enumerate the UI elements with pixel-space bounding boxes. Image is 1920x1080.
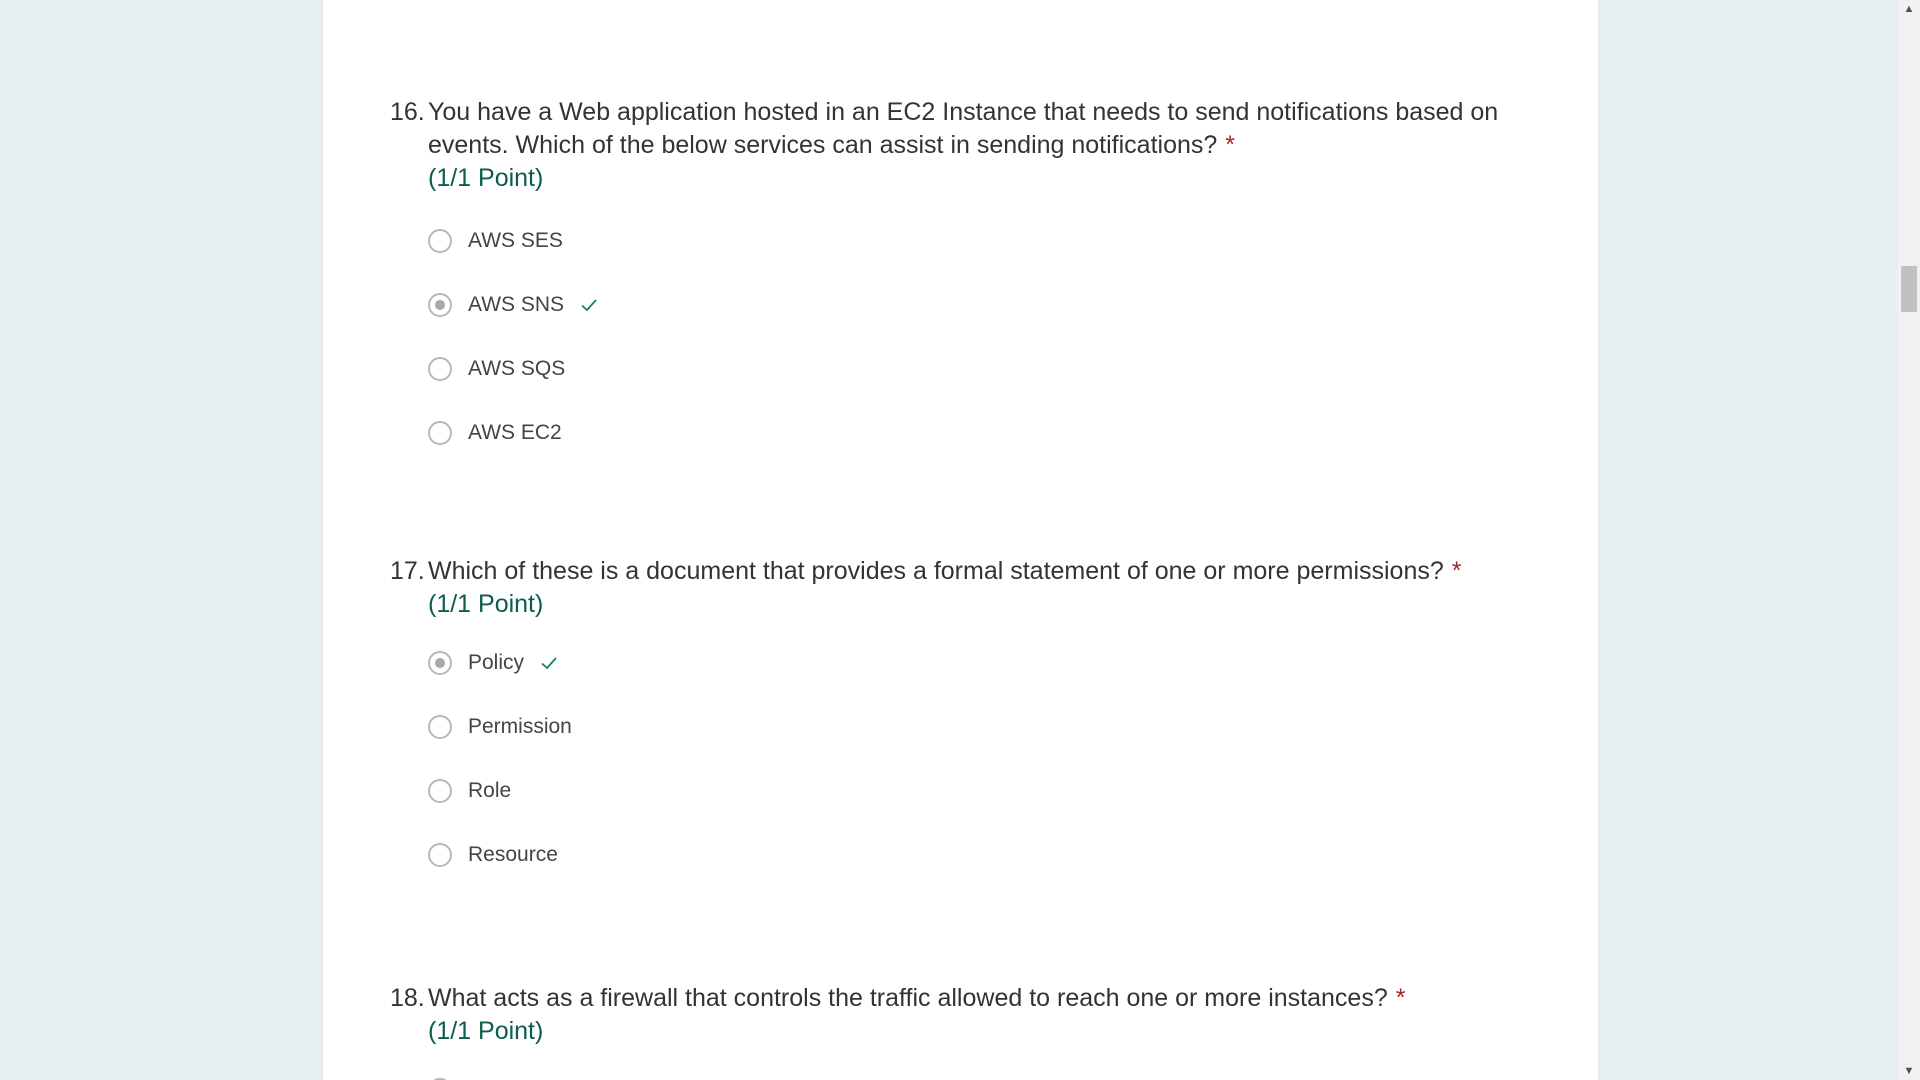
checkmark-icon [581, 299, 597, 312]
scroll-down-icon[interactable]: ▼ [1898, 1062, 1920, 1080]
radio-button-selected[interactable] [428, 651, 452, 675]
radio-button[interactable] [428, 843, 452, 867]
option-role[interactable]: Role [428, 771, 1530, 811]
scroll-up-icon[interactable]: ▲ [1898, 0, 1920, 18]
option-aws-sqs[interactable]: AWS SQS [428, 349, 1530, 389]
question-18: 18. What acts as a firewall that control… [390, 982, 1530, 1080]
options-list: Policy Permission Role Resource [428, 643, 1530, 875]
option-label: Role [468, 779, 512, 802]
radio-button[interactable] [428, 715, 452, 739]
radio-button[interactable] [428, 229, 452, 253]
radio-button[interactable] [428, 357, 452, 381]
option-label: AWS EC2 [468, 421, 562, 444]
question-points: (1/1 Point) [428, 164, 544, 192]
option-aws-ses[interactable]: AWS SES [428, 221, 1530, 261]
question-number: 18. [390, 984, 425, 1012]
form-card: 16. You have a Web application hosted in… [323, 0, 1598, 1080]
radio-button[interactable] [428, 421, 452, 445]
question-number: 17. [390, 557, 425, 585]
radio-button-selected[interactable] [428, 293, 452, 317]
question-16: 16. You have a Web application hosted in… [390, 96, 1530, 477]
option-label: Policy [468, 651, 525, 674]
option-label: Resource [468, 843, 558, 866]
options-list: AWS SES AWS SNS AWS SQS AWS EC2 [428, 221, 1530, 453]
option-aws-ec2[interactable]: AWS EC2 [428, 413, 1530, 453]
vertical-scrollbar[interactable]: ▲ ▼ [1898, 0, 1920, 1080]
required-marker: * [1395, 984, 1406, 1012]
option-label: AWS SNS [468, 293, 565, 316]
scroll-thumb[interactable] [1901, 266, 1917, 312]
question-text: What acts as a firewall that controls th… [428, 984, 1406, 1012]
option-label: AWS SES [468, 229, 563, 252]
radio-button[interactable] [428, 779, 452, 803]
checkmark-icon [541, 657, 557, 670]
question-points: (1/1 Point) [428, 590, 544, 618]
options-list [428, 1070, 1530, 1080]
option-label: Permission [468, 715, 572, 738]
question-text: Which of these is a document that provid… [428, 557, 1462, 585]
question-17: 17. Which of these is a document that pr… [390, 555, 1530, 899]
question-18-header: 18. What acts as a firewall that control… [390, 982, 1530, 1015]
question-number: 16. [390, 98, 425, 126]
option-policy[interactable]: Policy [428, 643, 1530, 683]
option-permission[interactable]: Permission [428, 707, 1530, 747]
option-aws-sns[interactable]: AWS SNS [428, 285, 1530, 325]
required-marker: * [1451, 557, 1462, 585]
required-marker: * [1225, 131, 1236, 159]
option-label: AWS SQS [468, 357, 566, 380]
question-text: You have a Web application hosted in an … [428, 98, 1499, 159]
question-16-header: 16. You have a Web application hosted in… [390, 96, 1530, 162]
option-partial[interactable] [428, 1070, 1530, 1080]
option-resource[interactable]: Resource [428, 835, 1530, 875]
question-points: (1/1 Point) [428, 1017, 544, 1045]
question-17-header: 17. Which of these is a document that pr… [390, 555, 1530, 588]
